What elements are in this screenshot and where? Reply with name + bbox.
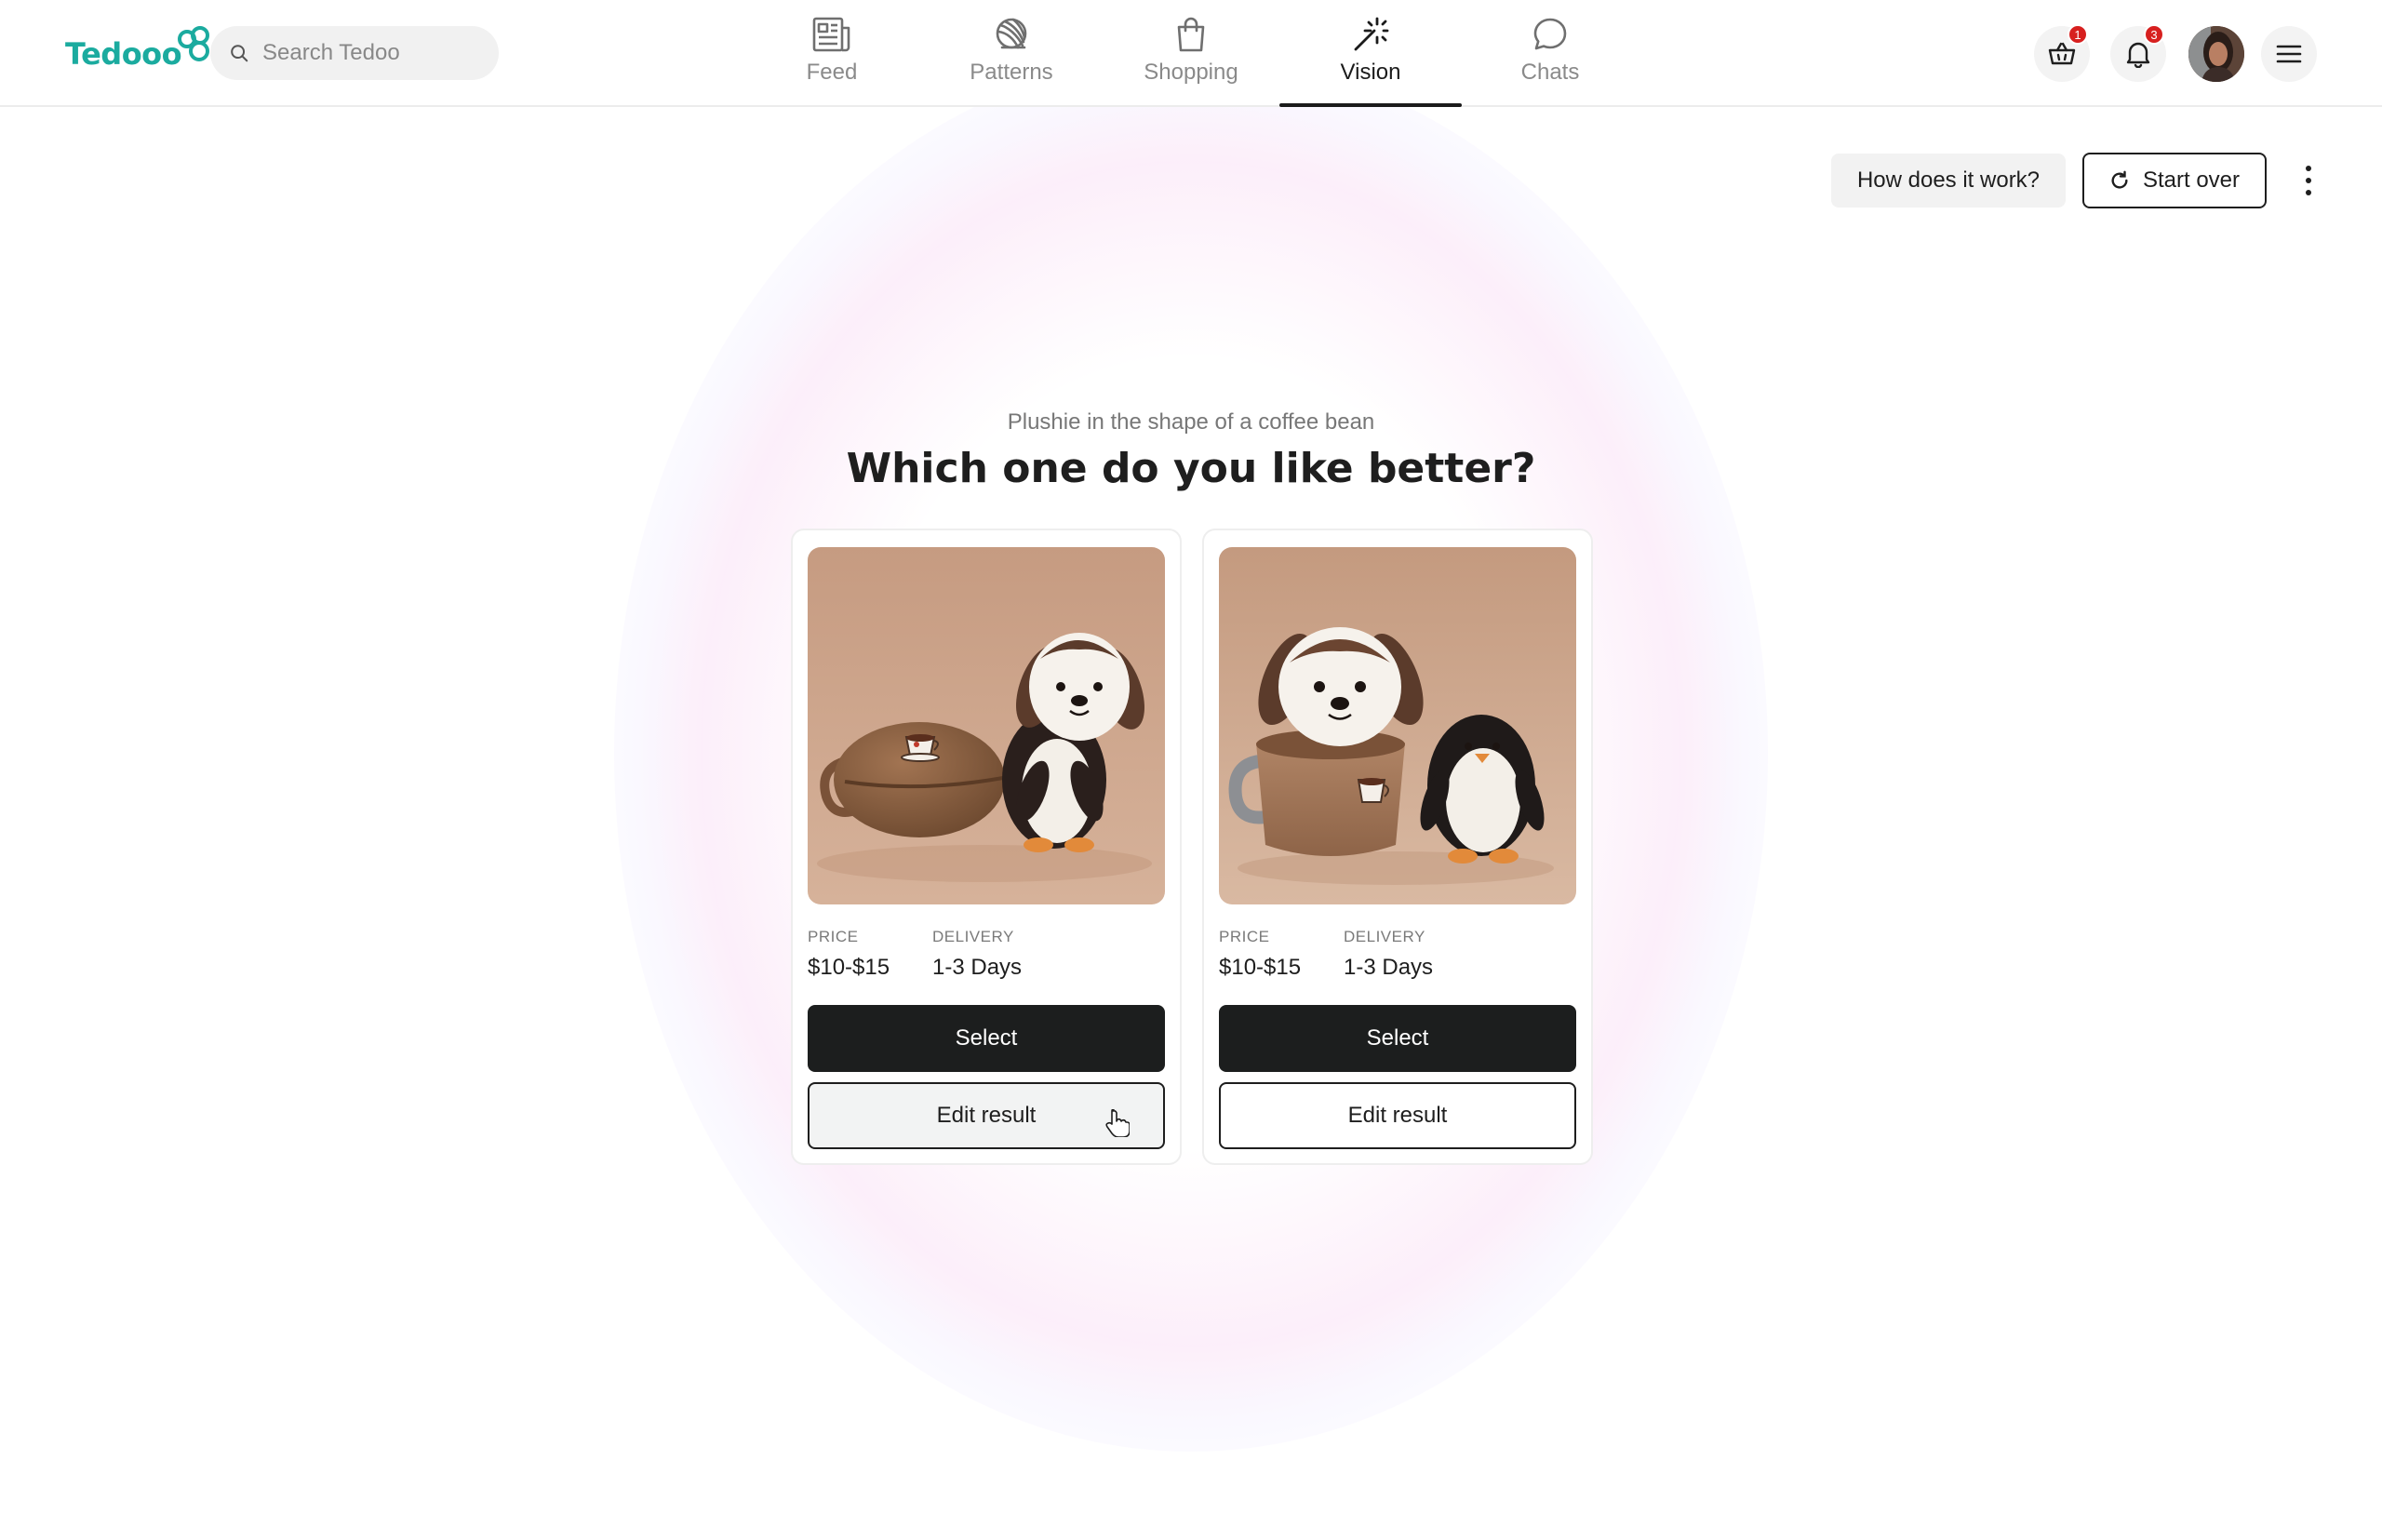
select-button[interactable]: Select (808, 1005, 1165, 1072)
search-bar[interactable] (210, 26, 499, 80)
logo-text: Tedooo (65, 36, 182, 72)
result-image-2[interactable] (1219, 547, 1576, 904)
newspaper-icon (812, 15, 851, 54)
tab-label: Vision (1340, 60, 1401, 85)
notifications-count-badge: 3 (2144, 24, 2164, 45)
tab-feed[interactable]: Feed (741, 0, 923, 107)
result-card: PRICE DELIVERY $10-$15 1-3 Days Select E… (791, 529, 1182, 1165)
tab-label: Shopping (1144, 60, 1238, 85)
tab-shopping[interactable]: Shopping (1100, 0, 1282, 107)
search-icon (231, 45, 248, 62)
background-glow (614, 56, 1768, 1452)
price-value: $10-$15 (808, 955, 890, 980)
yarn-ball-icon (993, 15, 1030, 54)
result-card: PRICE DELIVERY $10-$15 1-3 Days Select E… (1202, 529, 1593, 1165)
basket-count-badge: 1 (2068, 24, 2088, 45)
basket-icon (2048, 42, 2076, 65)
shopping-bag-icon (1175, 15, 1207, 54)
edit-result-button[interactable]: Edit result (1219, 1082, 1576, 1149)
hamburger-menu-icon (2276, 45, 2302, 63)
user-avatar[interactable] (2188, 26, 2244, 82)
tab-patterns[interactable]: Patterns (920, 0, 1103, 107)
delivery-label: DELIVERY (1344, 928, 1425, 945)
select-button[interactable]: Select (1219, 1005, 1576, 1072)
tab-label: Feed (806, 60, 858, 85)
hand-cursor-icon (1105, 1109, 1130, 1137)
page-title: Which one do you like better? (846, 445, 1536, 492)
basket-button[interactable]: 1 (2034, 24, 2090, 82)
start-over-button[interactable]: Start over (2082, 153, 2267, 208)
prompt-subtitle: Plushie in the shape of a coffee bean (1007, 409, 1375, 435)
chat-bubble-icon (1532, 15, 1568, 54)
bell-icon (2126, 42, 2150, 68)
top-navigation-bar: Tedooo Feed Patterns Shopping (0, 0, 2382, 107)
price-label: PRICE (808, 928, 859, 945)
refresh-icon (2111, 170, 2128, 189)
magic-wand-icon (1352, 15, 1389, 54)
delivery-value: 1-3 Days (1344, 955, 1434, 980)
tab-chats[interactable]: Chats (1459, 0, 1641, 107)
tedooo-logo[interactable]: Tedooo (65, 26, 215, 80)
tab-label: Chats (1520, 60, 1580, 85)
how-does-it-work-button[interactable]: How does it work? (1831, 154, 2066, 208)
price-label: PRICE (1219, 928, 1270, 945)
notifications-button[interactable]: 3 (2110, 24, 2166, 82)
more-options-icon[interactable] (2298, 160, 2319, 201)
price-value: $10-$15 (1219, 955, 1302, 980)
menu-button[interactable] (2261, 26, 2317, 82)
delivery-value: 1-3 Days (932, 955, 1023, 980)
start-over-label: Start over (2142, 167, 2241, 193)
tab-label: Patterns (970, 60, 1053, 85)
logo-circles-icon (178, 26, 215, 69)
search-input[interactable] (262, 40, 486, 66)
result-image-1[interactable] (808, 547, 1165, 904)
tab-vision[interactable]: Vision (1279, 0, 1462, 107)
delivery-label: DELIVERY (932, 928, 1014, 945)
